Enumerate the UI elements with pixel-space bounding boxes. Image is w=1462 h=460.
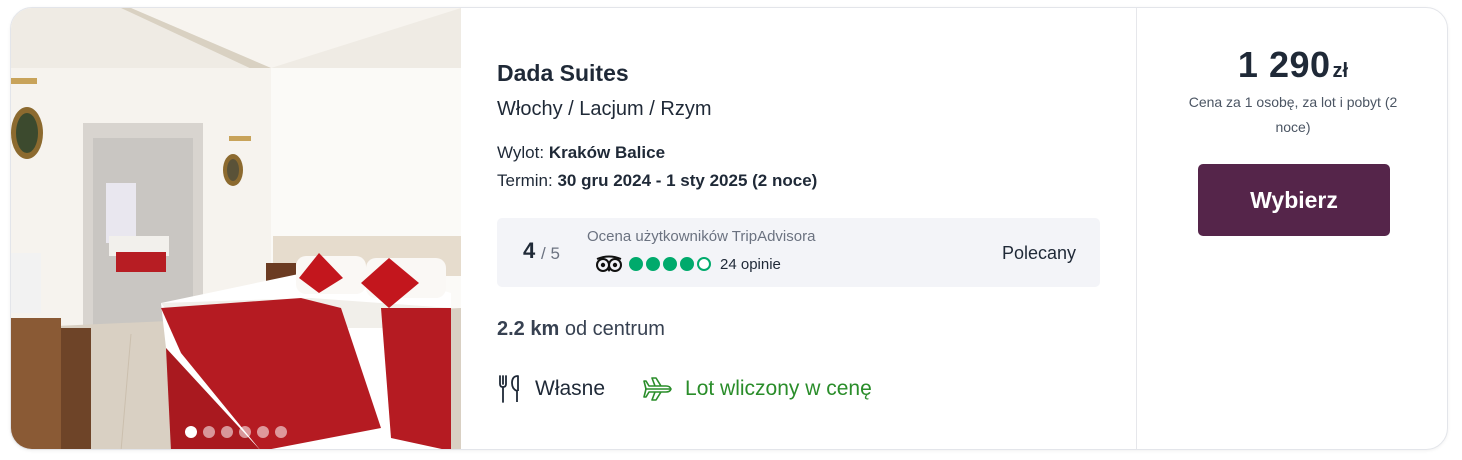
rating-bubbles xyxy=(629,257,711,271)
board-label: Własne xyxy=(535,377,606,400)
hotel-name[interactable]: Dada Suites xyxy=(497,60,629,87)
departure-label: Wylot: xyxy=(497,143,545,162)
carousel-dot-6[interactable] xyxy=(275,426,287,438)
rating-bubble-filled xyxy=(680,257,694,271)
tripadvisor-rating-box: 4 / 5 Ocena użytkowników TripAdvisora 24… xyxy=(497,218,1100,287)
departure-line: Wylot: Kraków Balice xyxy=(497,143,665,163)
term-line: Termin: 30 gru 2024 - 1 sty 2025 (2 noce… xyxy=(497,171,817,191)
flight-included: Lot wliczony w cenę xyxy=(643,376,872,402)
select-button[interactable]: Wybierz xyxy=(1198,164,1390,236)
distance-to-center: 2.2 km od centrum xyxy=(497,318,665,341)
carousel-dot-2[interactable] xyxy=(203,426,215,438)
board-type: Własne xyxy=(497,374,605,404)
carousel-dot-1[interactable] xyxy=(185,426,197,438)
review-count[interactable]: 24 opinie xyxy=(720,256,781,273)
carousel-dot-3[interactable] xyxy=(221,426,233,438)
airplane-icon xyxy=(643,377,672,401)
amenities-row: Własne Lot wliczony w cenę xyxy=(497,374,872,404)
departure-airport: Kraków Balice xyxy=(548,143,666,162)
hotel-photo-carousel[interactable] xyxy=(11,8,461,449)
flight-label: Lot wliczony w cenę xyxy=(685,377,872,400)
rating-bubble-filled xyxy=(646,257,660,271)
hotel-offer-card[interactable]: Dada Suites Włochy / Lacjum / Rzym Wylot… xyxy=(10,7,1448,450)
rating-bubble-empty xyxy=(697,257,711,271)
rating-max: / 5 xyxy=(541,244,560,263)
tripadvisor-owl-icon xyxy=(596,255,622,272)
recommended-badge: Polecany xyxy=(1001,243,1076,263)
price-amount: 1 290 xyxy=(1237,44,1331,85)
fork-knife-icon xyxy=(499,375,519,403)
hotel-location: Włochy / Lacjum / Rzym xyxy=(497,98,712,120)
offer-details: Dada Suites Włochy / Lacjum / Rzym Wylot… xyxy=(461,8,1136,449)
tripadvisor-caption: Ocena użytkowników TripAdvisora xyxy=(587,228,816,245)
price-column: 1 290 zł Cena za 1 osobę, za lot i pobyt … xyxy=(1137,8,1447,449)
distance-suffix: od centrum xyxy=(564,318,665,340)
carousel-dot-4[interactable] xyxy=(239,426,251,438)
tripadvisor-row: 24 opinie xyxy=(595,255,781,273)
hotel-room-photo xyxy=(11,8,461,449)
rating-bubble-filled xyxy=(629,257,643,271)
rating-bubble-filled xyxy=(663,257,677,271)
term-dates: 30 gru 2024 - 1 sty 2025 (2 noce) xyxy=(557,171,818,190)
price-currency: zł xyxy=(1332,60,1349,82)
distance-value: 2.2 km xyxy=(497,318,560,340)
carousel-indicator xyxy=(185,426,287,438)
price: 1 290 zł xyxy=(1137,44,1447,86)
rating-score: 4 xyxy=(523,238,536,263)
price-note: Cena za 1 osobę, za lot i pobyt (2 noce) xyxy=(1188,94,1398,135)
carousel-dot-5[interactable] xyxy=(257,426,269,438)
term-label: Termin: xyxy=(497,171,553,190)
